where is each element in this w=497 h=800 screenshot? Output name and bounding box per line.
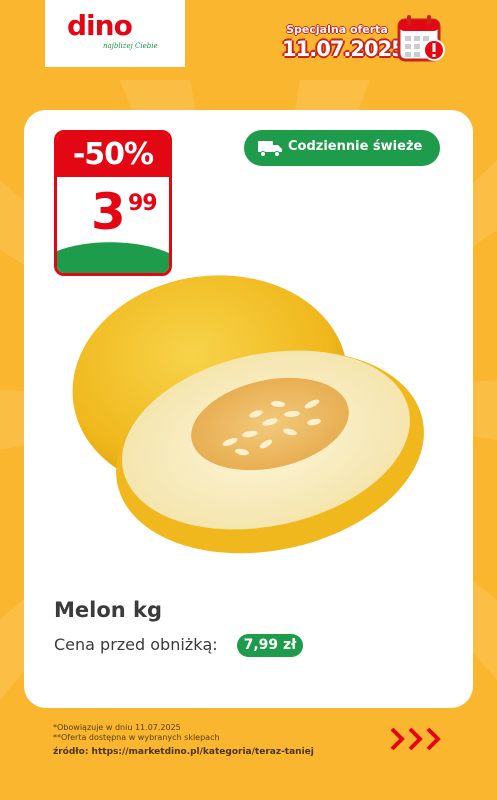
- discount-banner: -50%: [57, 133, 169, 177]
- yellow-melon-image: [72, 275, 424, 554]
- calendar-alert-icon: [397, 15, 445, 62]
- previous-price-label: Cena przed obniżką:: [54, 635, 218, 654]
- triple-chevron-right-icon[interactable]: [388, 725, 446, 753]
- price-whole: 3: [91, 183, 126, 241]
- price-cents: 99: [128, 191, 158, 216]
- dino-logo: dino najbliżej Ciebie: [45, 0, 185, 67]
- discount-percent: -50%: [72, 137, 154, 172]
- footnote-availability: **Oferta dostępna w wybranych sklepach: [53, 733, 220, 742]
- source-link[interactable]: źródło: https://marketdino.pl/kategoria/…: [53, 747, 314, 757]
- fresh-daily-label: Codziennie świeże: [288, 139, 423, 154]
- price-tag: -50% 3 99: [54, 130, 172, 276]
- previous-price-badge: 7,99 zł: [237, 634, 303, 657]
- delivery-truck-icon: [258, 141, 282, 157]
- price-tag-green-wave: [57, 242, 169, 273]
- product-name: Melon kg: [54, 598, 163, 622]
- footnote-validity: *Obowiązuje w dniu 11.07.2025: [53, 723, 181, 732]
- product-card[interactable]: -50% 3 99 Codziennie świeże Melon kg Cen…: [24, 110, 473, 708]
- logo-tagline: najbliżej Ciebie: [103, 42, 158, 50]
- special-offer-title: Specjalna oferta: [286, 23, 388, 36]
- fresh-daily-badge: Codziennie świeże: [244, 130, 440, 166]
- special-offer-date: 11.07.2025: [282, 37, 406, 61]
- logo-wordmark: dino: [67, 9, 133, 42]
